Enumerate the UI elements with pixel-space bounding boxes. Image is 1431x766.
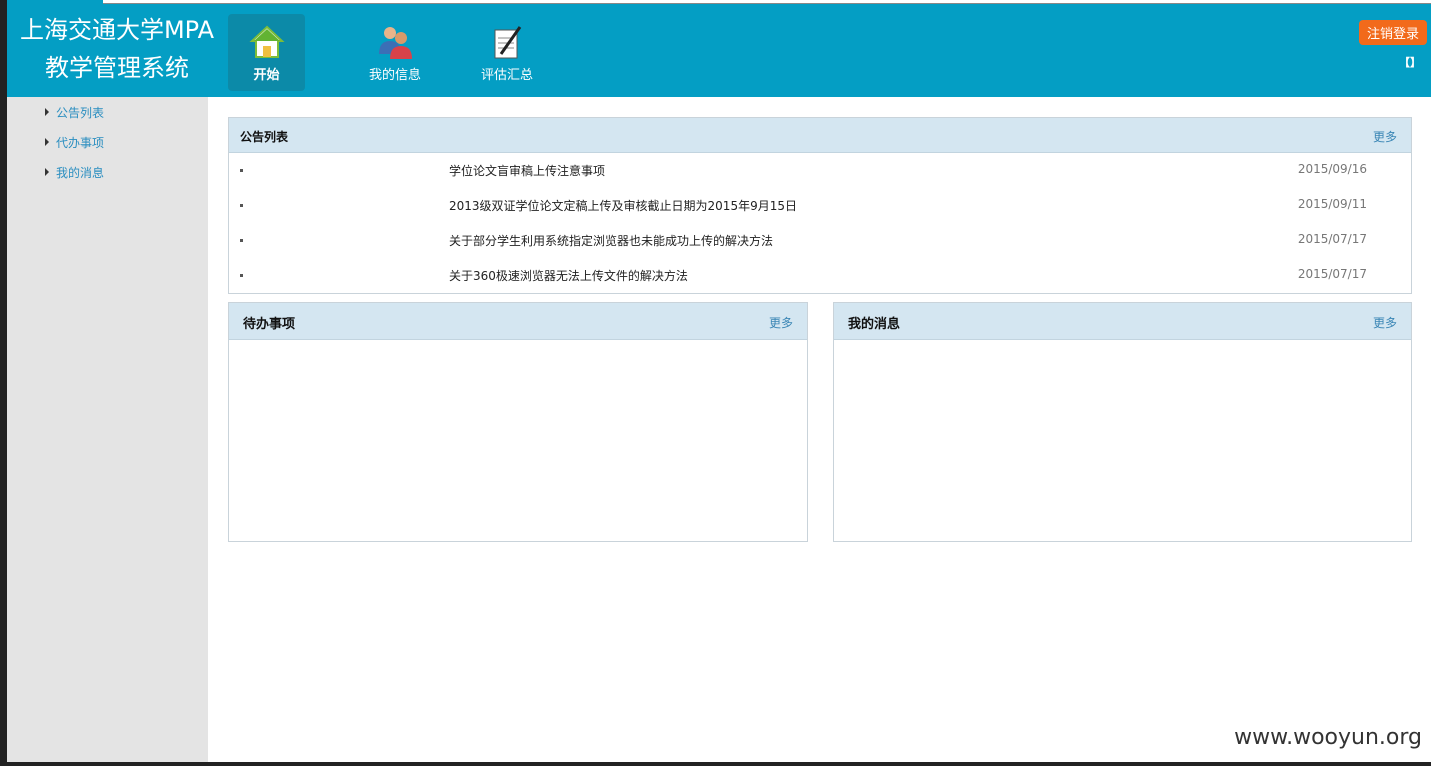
logo-line2: 教学管理系统 bbox=[45, 54, 189, 82]
users-icon bbox=[379, 27, 412, 59]
list-item: 关于部分学生利用系统指定浏览器也未能成功上传的解决方法 2015/07/17 bbox=[229, 223, 1411, 258]
more-link[interactable]: 更多 bbox=[1373, 128, 1397, 145]
notice-date: 2015/07/17 bbox=[1297, 232, 1367, 246]
triangle-right-icon bbox=[45, 108, 49, 116]
bullet-icon bbox=[240, 274, 243, 277]
logout-button[interactable]: 注销登录 bbox=[1358, 20, 1427, 45]
bullet-icon bbox=[240, 169, 243, 172]
list-item: 关于360极速浏览器无法上传文件的解决方法 2015/07/17 bbox=[229, 258, 1411, 293]
bullet-icon bbox=[240, 204, 243, 207]
address-bar bbox=[103, 0, 1431, 4]
bullet-icon bbox=[240, 239, 243, 242]
notice-date: 2015/09/16 bbox=[1297, 162, 1367, 176]
nav-evaluation-summary[interactable]: 评估汇总 bbox=[451, 14, 563, 91]
app-frame: 上海交通大学MPA 教学管理系统 开始 我的信息 评估汇总 注销登录 【】 公告… bbox=[7, 0, 1431, 762]
watermark: www.wooyun.org bbox=[1234, 725, 1422, 750]
sidebar-item-label: 公告列表 bbox=[56, 105, 105, 120]
triangle-right-icon bbox=[45, 168, 49, 176]
logo: 上海交通大学MPA 教学管理系统 bbox=[11, 12, 223, 88]
triangle-right-icon bbox=[45, 138, 49, 146]
nav-my-info-label: 我的信息 bbox=[368, 68, 421, 83]
panel-title: 待办事项 bbox=[243, 317, 296, 332]
list-item: 学位论文盲审稿上传注意事项 2015/09/16 bbox=[229, 153, 1411, 188]
sidebar-item-messages[interactable]: 我的消息 bbox=[45, 163, 104, 181]
messages-panel: 我的消息 更多 bbox=[833, 302, 1412, 542]
nav-start-label: 开始 bbox=[253, 68, 280, 83]
nav-my-info[interactable]: 我的信息 bbox=[339, 14, 451, 91]
todo-panel: 待办事项 更多 bbox=[228, 302, 808, 542]
notice-title-link[interactable]: 关于部分学生利用系统指定浏览器也未能成功上传的解决方法 bbox=[449, 232, 773, 249]
panel-title: 公告列表 bbox=[240, 130, 289, 144]
more-link[interactable]: 更多 bbox=[1373, 314, 1397, 331]
panel-header: 公告列表 更多 bbox=[229, 118, 1411, 153]
sidebar-item-label: 我的消息 bbox=[56, 165, 105, 180]
main-nav: 开始 我的信息 评估汇总 bbox=[228, 14, 563, 91]
notice-date: 2015/07/17 bbox=[1297, 267, 1367, 281]
notice-date: 2015/09/11 bbox=[1297, 197, 1367, 211]
home-icon bbox=[248, 25, 285, 58]
top-strip bbox=[7, 0, 1431, 8]
sidebar-item-notices[interactable]: 公告列表 bbox=[45, 103, 104, 121]
header: 上海交通大学MPA 教学管理系统 开始 我的信息 评估汇总 注销登录 【】 bbox=[7, 8, 1431, 97]
user-bracket: 【】 bbox=[1399, 56, 1421, 69]
nav-start[interactable]: 开始 bbox=[228, 14, 305, 91]
panel-header: 待办事项 更多 bbox=[229, 303, 807, 340]
notepad-icon bbox=[494, 26, 522, 59]
list-item: 2013级双证学位论文定稿上传及审核截止日期为2015年9月15日 2015/0… bbox=[229, 188, 1411, 223]
notice-title-link[interactable]: 关于360极速浏览器无法上传文件的解决方法 bbox=[449, 267, 688, 284]
notice-title-link[interactable]: 2013级双证学位论文定稿上传及审核截止日期为2015年9月15日 bbox=[449, 197, 797, 214]
panel-title: 我的消息 bbox=[848, 317, 901, 332]
logo-line1: 上海交通大学MPA bbox=[19, 16, 215, 44]
sidebar: 公告列表 代办事项 我的消息 bbox=[7, 97, 208, 762]
nav-evaluation-summary-label: 评估汇总 bbox=[480, 68, 533, 83]
notice-title-link[interactable]: 学位论文盲审稿上传注意事项 bbox=[449, 162, 605, 179]
sidebar-item-label: 代办事项 bbox=[56, 135, 105, 150]
panel-header: 我的消息 更多 bbox=[834, 303, 1411, 340]
more-link[interactable]: 更多 bbox=[769, 314, 793, 331]
notice-panel: 公告列表 更多 学位论文盲审稿上传注意事项 2015/09/16 2013级双证… bbox=[228, 117, 1412, 294]
sidebar-item-todo[interactable]: 代办事项 bbox=[45, 133, 104, 151]
